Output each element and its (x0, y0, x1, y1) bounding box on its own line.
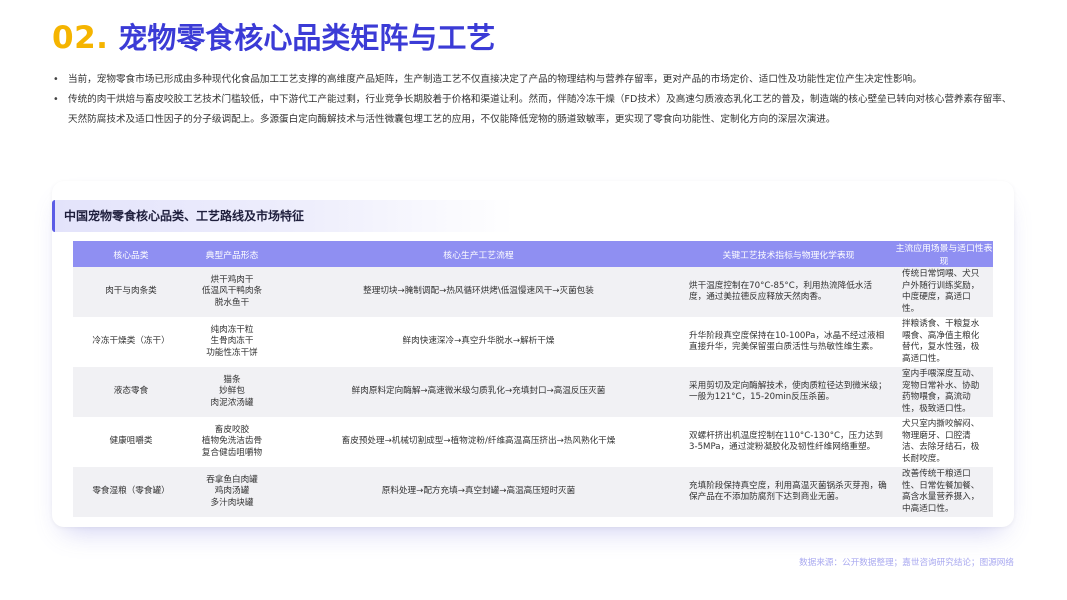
table-row: 液态零食 猫条 妙鲜包 肉泥浓汤罐 鲜肉原料定向酶解→高速微米级匀质乳化→充填封… (73, 367, 993, 417)
bullet-item: 当前，宠物零食市场已形成由多种现代化食品加工工艺支撑的高维度产品矩阵，生产制造工… (52, 70, 1014, 90)
column-header: 主流应用场景与适口性表现 (895, 241, 993, 267)
form-item: 复合健齿咀嚼物 (201, 447, 263, 458)
forms-cell: 猫条 妙鲜包 肉泥浓汤罐 (189, 367, 275, 417)
process-cell: 畜皮预处理→机械切割成型→植物淀粉/纤维高温高压挤出→热风熟化干燥 (275, 417, 682, 467)
form-item: 纯肉冻干粒 (210, 324, 254, 335)
form-item: 生骨肉冻干 (210, 336, 254, 347)
tech-cell: 双螺杆挤出机温度控制在110°C-130°C，压力达到3-5MPa，通过淀粉凝胶… (682, 417, 895, 467)
category-cell: 液态零食 (73, 367, 189, 417)
table-header-row: 核心品类 典型产品形态 核心生产工艺流程 关键工艺技术指标与物理化学表现 主流应… (73, 241, 993, 267)
process-cell: 整理切块→腌制调配→热风循环烘烤\低温慢速风干→灭菌包装 (275, 267, 682, 317)
forms-cell: 畜皮咬胶 植物免洗洁齿骨 复合健齿咀嚼物 (189, 417, 275, 467)
form-item: 烘干鸡肉干 (210, 274, 254, 285)
tech-cell: 烘干温度控制在70°C-85°C，利用热流降低水活度，通过美拉德反应释放天然肉香… (682, 267, 895, 317)
forms-cell: 纯肉冻干粒 生骨肉冻干 功能性冻干饼 (189, 317, 275, 367)
usage-cell: 传统日常饲喂、犬只户外随行训练奖励，中度硬度，高适口性。 (895, 267, 993, 317)
forms-cell: 烘干鸡肉干 低温风干鸭肉条 脱水鱼干 (189, 267, 275, 317)
tech-cell: 升华阶段真空度保持在10-100Pa，冰晶不经过液相直接升华，完美保留蛋白质活性… (682, 317, 895, 367)
table-row: 肉干与肉条类 烘干鸡肉干 低温风干鸭肉条 脱水鱼干 整理切块→腌制调配→热风循环… (73, 267, 993, 317)
form-item: 植物免洗洁齿骨 (201, 436, 263, 447)
form-item: 肉泥浓汤罐 (210, 397, 254, 408)
data-source-note: 数据来源：公开数据整理；嘉世咨询研究结论；图源网络 (799, 558, 1014, 568)
category-table: 核心品类 典型产品形态 核心生产工艺流程 关键工艺技术指标与物理化学表现 主流应… (73, 241, 993, 517)
forms-cell: 吞拿鱼白肉罐 鸡肉汤罐 多汁肉块罐 (189, 467, 275, 517)
table-title: 中国宠物零食核心品类、工艺路线及市场特征 (52, 200, 514, 232)
usage-cell: 拌粮诱食、干粮复水喂食、高净值主粮化替代，复水性强，极高适口性。 (895, 317, 993, 367)
form-item: 多汁肉块罐 (210, 497, 254, 508)
page-title: 02. 宠物零食核心品类矩阵与工艺 (52, 15, 495, 59)
process-cell: 鲜肉快速深冷→真空升华脱水→解析干燥 (275, 317, 682, 367)
category-cell: 肉干与肉条类 (73, 267, 189, 317)
form-item: 低温风干鸭肉条 (201, 286, 263, 297)
column-header: 核心生产工艺流程 (275, 241, 682, 267)
intro-bullets: 当前，宠物零食市场已形成由多种现代化食品加工工艺支撑的高维度产品矩阵，生产制造工… (52, 70, 1014, 130)
category-cell: 零食湿粮（零食罐） (73, 467, 189, 517)
tech-cell: 采用剪切及定向酶解技术，使肉质粒径达到微米级；一般为121°C，15-20min… (682, 367, 895, 417)
table-row: 零食湿粮（零食罐） 吞拿鱼白肉罐 鸡肉汤罐 多汁肉块罐 原料处理→配方充填→真空… (73, 467, 993, 517)
tech-cell: 充填阶段保持真空度，利用高温灭菌锅杀灭芽孢，确保产品在不添加防腐剂下达到商业无菌… (682, 467, 895, 517)
form-item: 吞拿鱼白肉罐 (206, 474, 258, 485)
form-item: 猫条 (223, 374, 241, 385)
usage-cell: 室内手喂深度互动、宠物日常补水、协助药物喂食，高流动性，极致适口性。 (895, 367, 993, 417)
usage-cell: 改善传统干粮适口性、日常佐餐加餐、高含水量营养摄入，中高适口性。 (895, 467, 993, 517)
form-item: 畜皮咬胶 (214, 424, 250, 435)
form-item: 妙鲜包 (219, 386, 245, 397)
table-row: 健康咀嚼类 畜皮咬胶 植物免洗洁齿骨 复合健齿咀嚼物 畜皮预处理→机械切割成型→… (73, 417, 993, 467)
usage-cell: 犬只室内撕咬解闷、物理磨牙、口腔清洁、去除牙结石，极长耐咬度。 (895, 417, 993, 467)
form-item: 功能性冻干饼 (206, 347, 258, 358)
form-item: 脱水鱼干 (214, 297, 250, 308)
section-title: 宠物零食核心品类矩阵与工艺 (118, 21, 496, 55)
section-number: 02. (52, 20, 109, 56)
form-item: 鸡肉汤罐 (214, 486, 250, 497)
category-cell: 冷冻干燥类（冻干） (73, 317, 189, 367)
table-row: 冷冻干燥类（冻干） 纯肉冻干粒 生骨肉冻干 功能性冻干饼 鲜肉快速深冷→真空升华… (73, 317, 993, 367)
column-header: 典型产品形态 (189, 241, 275, 267)
category-cell: 健康咀嚼类 (73, 417, 189, 467)
column-header: 关键工艺技术指标与物理化学表现 (682, 241, 895, 267)
bullet-item: 传统的肉干烘焙与畜皮咬胶工艺技术门槛较低，中下游代工产能过剩，行业竞争长期胶着于… (52, 90, 1014, 130)
process-cell: 原料处理→配方充填→真空封罐→高温高压短时灭菌 (275, 467, 682, 517)
process-cell: 鲜肉原料定向酶解→高速微米级匀质乳化→充填封口→高温反压灭菌 (275, 367, 682, 417)
column-header: 核心品类 (73, 241, 189, 267)
